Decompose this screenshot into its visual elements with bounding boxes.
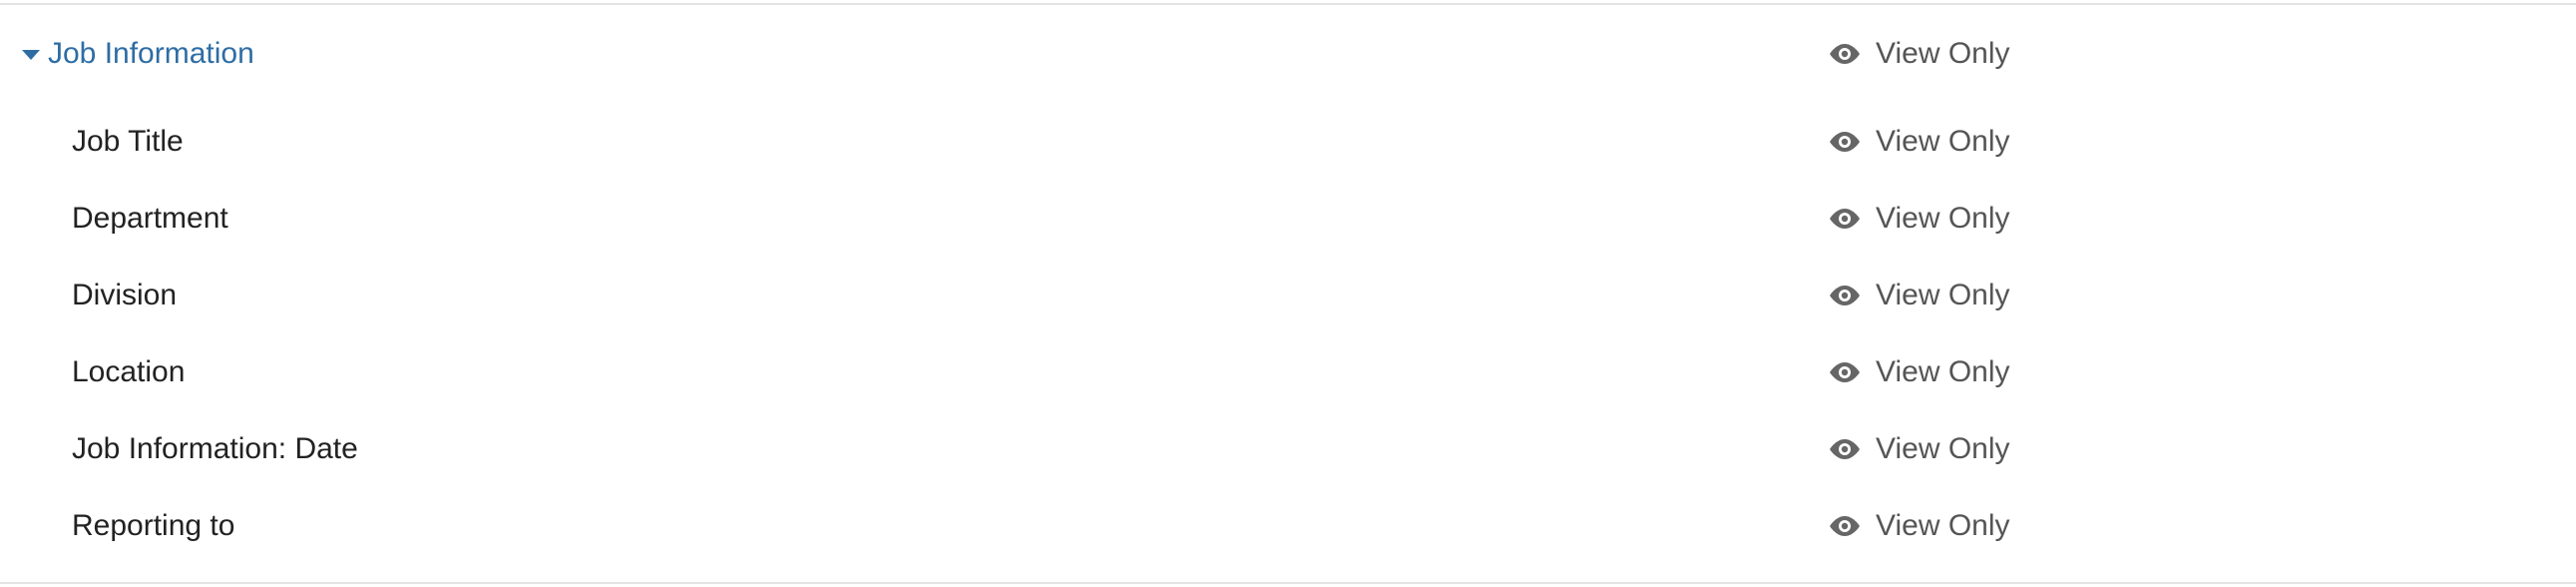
eye-icon — [1830, 44, 1860, 64]
caret-down-icon — [22, 50, 40, 60]
field-label: Division — [72, 279, 178, 311]
field-row-division: Division View Only — [0, 268, 2576, 323]
field-row-reporting-to: Reporting to View Only — [0, 498, 2576, 554]
field-row-location: Location View Only — [0, 344, 2576, 400]
field-access-level[interactable]: View Only — [1828, 125, 2010, 159]
eye-icon — [1830, 286, 1860, 305]
field-row-job-title: Job Title View Only — [0, 114, 2576, 170]
eye-icon — [1830, 516, 1860, 536]
eye-icon — [1830, 362, 1860, 382]
access-label: View Only — [1876, 432, 2010, 465]
section-access-level[interactable]: View Only — [1828, 37, 2010, 71]
access-label: View Only — [1876, 125, 2010, 158]
field-access-level[interactable]: View Only — [1828, 432, 2010, 466]
field-label: Job Information: Date — [72, 432, 358, 465]
field-label: Job Title — [72, 125, 184, 158]
field-access-level[interactable]: View Only — [1828, 509, 2010, 543]
eye-icon — [1830, 209, 1860, 229]
section-header-row: Job Information View Only — [0, 26, 2576, 82]
eye-icon — [1830, 439, 1860, 459]
access-label: View Only — [1876, 355, 2010, 388]
bottom-divider — [0, 582, 2576, 584]
top-divider — [0, 3, 2576, 5]
field-row-job-information-date: Job Information: Date View Only — [0, 421, 2576, 477]
access-label: View Only — [1876, 509, 2010, 542]
field-label: Location — [72, 355, 186, 388]
field-label: Reporting to — [72, 509, 235, 542]
field-row-department: Department View Only — [0, 191, 2576, 247]
job-information-permissions-panel: Job Information View Only Job Title View… — [0, 0, 2576, 587]
field-access-level[interactable]: View Only — [1828, 355, 2010, 389]
section-title: Job Information — [48, 37, 254, 70]
access-label: View Only — [1876, 279, 2010, 311]
eye-icon — [1830, 132, 1860, 152]
field-access-level[interactable]: View Only — [1828, 279, 2010, 312]
job-information-toggle[interactable]: Job Information — [22, 37, 254, 71]
access-label: View Only — [1876, 202, 2010, 235]
field-access-level[interactable]: View Only — [1828, 202, 2010, 236]
field-label: Department — [72, 202, 228, 235]
access-label: View Only — [1876, 37, 2010, 70]
